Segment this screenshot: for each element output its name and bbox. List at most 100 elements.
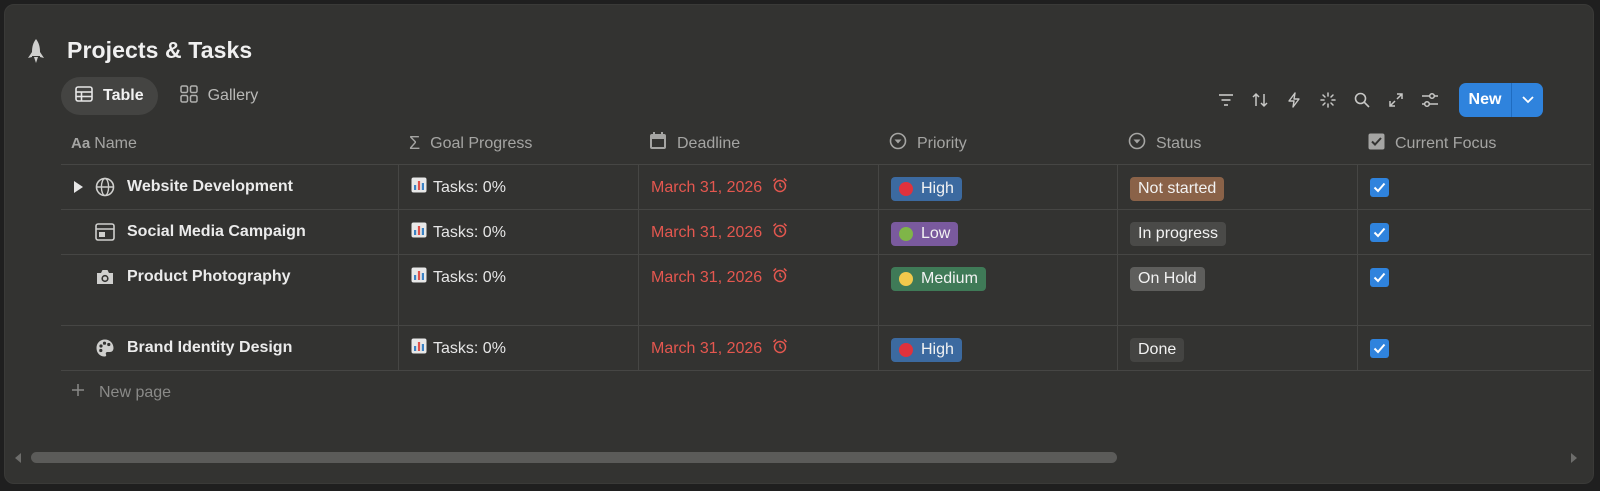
new-button[interactable]: New	[1459, 83, 1511, 117]
status-badge: Not started	[1130, 177, 1225, 201]
priority-label: Medium	[921, 270, 978, 287]
search-icon[interactable]	[1345, 85, 1379, 115]
current-focus-cell	[1358, 255, 1591, 325]
magic-icon[interactable]	[1311, 85, 1345, 115]
current-focus-cell	[1358, 326, 1591, 370]
checkbox-icon	[1368, 133, 1385, 155]
new-dropdown-button[interactable]	[1511, 83, 1543, 117]
status-cell[interactable]: Not started	[1118, 165, 1358, 209]
priority-label: High	[921, 341, 954, 358]
alarm-clock-icon	[772, 267, 788, 289]
database-frame: Projects & Tasks Table Gallery New Aa Na…	[4, 4, 1594, 484]
plus-icon	[71, 383, 85, 402]
goal-progress-cell[interactable]: Tasks: 0%	[399, 326, 639, 370]
tab-table[interactable]: Table	[61, 77, 158, 115]
status-badge: Done	[1130, 338, 1185, 362]
status-badge: In progress	[1130, 222, 1227, 246]
status-cell[interactable]: Done	[1118, 326, 1358, 370]
goal-progress-cell[interactable]: Tasks: 0%	[399, 165, 639, 209]
deadline-cell[interactable]: March 31, 2026	[639, 326, 879, 370]
expander-placeholder	[67, 267, 89, 287]
focus-checkbox[interactable]	[1370, 223, 1389, 242]
progress-text: Tasks: 0%	[433, 340, 506, 357]
alarm-clock-icon	[772, 177, 788, 199]
tab-gallery[interactable]: Gallery	[166, 77, 273, 115]
scroll-left-arrow-icon[interactable]	[15, 453, 21, 463]
column-header-goal-progress[interactable]: Σ Goal Progress	[399, 123, 639, 164]
calendar-icon	[649, 132, 667, 155]
bar-chart-icon	[411, 177, 427, 199]
palette-icon	[95, 338, 115, 358]
view-tabs: Table Gallery	[61, 77, 272, 115]
column-label: Status	[1156, 134, 1202, 152]
sigma-icon: Σ	[409, 133, 421, 153]
priority-cell[interactable]: High	[879, 326, 1118, 370]
column-header-status[interactable]: Status	[1118, 123, 1358, 164]
row-title: Website Development	[127, 178, 293, 195]
column-header-priority[interactable]: Priority	[879, 123, 1118, 164]
title-row: Projects & Tasks	[25, 37, 252, 64]
goal-progress-cell[interactable]: Tasks: 0%	[399, 255, 639, 325]
tab-label: Table	[103, 87, 144, 104]
priority-badge: High	[891, 177, 962, 201]
focus-checkbox[interactable]	[1370, 178, 1389, 197]
expander-placeholder	[67, 222, 89, 242]
row-title: Brand Identity Design	[127, 339, 293, 356]
current-focus-cell	[1358, 210, 1591, 254]
name-cell[interactable]: Product Photography	[61, 255, 399, 325]
table-row[interactable]: Brand Identity Design Tasks: 0% March 31…	[61, 326, 1591, 371]
focus-checkbox[interactable]	[1370, 339, 1389, 358]
column-header-current-focus[interactable]: Current Focus	[1358, 123, 1591, 164]
scrollbar-thumb[interactable]	[31, 452, 1117, 463]
tab-label: Gallery	[207, 87, 259, 104]
table-icon	[75, 85, 93, 107]
new-page-button[interactable]: New page	[71, 383, 171, 402]
automation-icon[interactable]	[1277, 85, 1311, 115]
bar-chart-icon	[411, 267, 427, 289]
name-cell[interactable]: Social Media Campaign	[61, 210, 399, 254]
camera-icon	[95, 267, 115, 287]
priority-cell[interactable]: High	[879, 165, 1118, 209]
column-label: Priority	[917, 134, 967, 152]
filter-icon[interactable]	[1209, 85, 1243, 115]
deadline-cell[interactable]: March 31, 2026	[639, 165, 879, 209]
table-row[interactable]: Product Photography Tasks: 0% March 31, …	[61, 255, 1591, 326]
priority-label: High	[921, 180, 954, 197]
column-header-name[interactable]: Aa Name	[61, 123, 399, 164]
settings-icon[interactable]	[1413, 85, 1447, 115]
focus-checkbox[interactable]	[1370, 268, 1389, 287]
scroll-right-arrow-icon[interactable]	[1571, 453, 1577, 463]
priority-cell[interactable]: Medium	[879, 255, 1118, 325]
status-cell[interactable]: On Hold	[1118, 255, 1358, 325]
column-header-deadline[interactable]: Deadline	[639, 123, 879, 164]
table-row[interactable]: Website Development Tasks: 0% March 31, …	[61, 165, 1591, 210]
goal-progress-cell[interactable]: Tasks: 0%	[399, 210, 639, 254]
status-cell[interactable]: In progress	[1118, 210, 1358, 254]
table-row[interactable]: Social Media Campaign Tasks: 0% March 31…	[61, 210, 1591, 255]
row-title: Product Photography	[127, 268, 291, 285]
new-button-group: New	[1459, 83, 1543, 117]
expand-icon[interactable]	[1379, 85, 1413, 115]
priority-cell[interactable]: Low	[879, 210, 1118, 254]
status-label: Done	[1138, 341, 1177, 358]
expand-triangle-icon[interactable]	[67, 177, 89, 197]
deadline-cell[interactable]: March 31, 2026	[639, 255, 879, 325]
expander-placeholder	[67, 338, 89, 358]
table-header: Aa Name Σ Goal Progress Deadline Priorit…	[61, 123, 1591, 165]
horizontal-scrollbar[interactable]	[15, 451, 1585, 465]
deadline-text: March 31, 2026	[651, 179, 763, 196]
new-page-label: New page	[99, 383, 172, 401]
deadline-cell[interactable]: March 31, 2026	[639, 210, 879, 254]
row-title: Social Media Campaign	[127, 223, 306, 240]
sort-icon[interactable]	[1243, 85, 1277, 115]
status-label: Not started	[1138, 180, 1217, 197]
deadline-text: March 31, 2026	[651, 269, 763, 286]
bar-chart-icon	[411, 222, 427, 244]
column-label: Current Focus	[1395, 134, 1497, 152]
column-label: Name	[94, 134, 137, 152]
rocket-icon[interactable]	[25, 38, 47, 64]
name-cell[interactable]: Website Development	[61, 165, 399, 209]
column-label: Goal Progress	[430, 134, 533, 152]
deadline-text: March 31, 2026	[651, 224, 763, 241]
name-cell[interactable]: Brand Identity Design	[61, 326, 399, 370]
